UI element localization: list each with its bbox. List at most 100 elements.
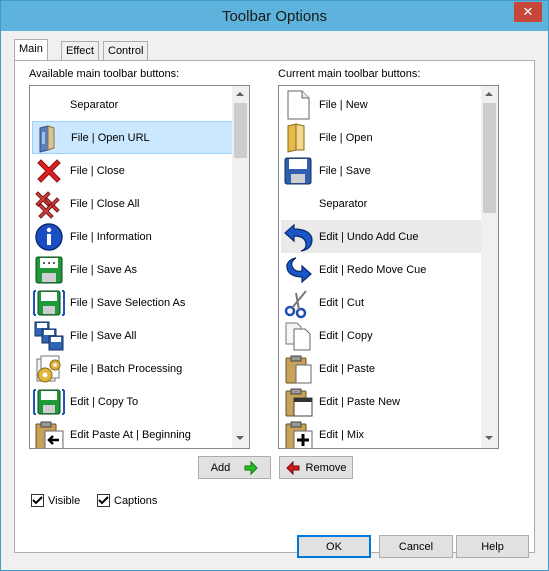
list-item-open-url[interactable]: File | Open URL [32, 121, 244, 154]
list-item-close-all[interactable]: File | Close All [32, 187, 244, 220]
list-item-label: Edit Paste At | Beginning [70, 428, 191, 441]
list-item-label: Edit | Copy [319, 329, 373, 342]
paste-new-icon [285, 388, 313, 416]
available-list[interactable]: Separator File | Open URL File | Close F… [29, 85, 250, 449]
list-item-label: File | Save As [70, 263, 138, 276]
list-item-paste[interactable]: Edit | Paste [281, 352, 493, 385]
list-item-label: File | Close [70, 164, 125, 177]
dialog-client: Main Effect Control Available main toolb… [8, 31, 541, 565]
list-item-save[interactable]: File | Save [281, 154, 493, 187]
red-arrow-left-icon [285, 460, 300, 475]
list-item-label: Separator [319, 197, 368, 210]
list-item-mix[interactable]: Edit | Mix [281, 418, 493, 448]
close-x-icon [37, 158, 61, 183]
copy-to-icon [33, 388, 65, 415]
save-as-icon [35, 256, 63, 283]
list-item-information[interactable]: File | Information [32, 220, 244, 253]
captions-label: Captions [114, 494, 158, 507]
list-item-label: File | Close All [70, 197, 140, 210]
list-item-label: File | Save [319, 164, 371, 177]
save-selection-icon [33, 289, 65, 316]
list-item-copy-to[interactable]: Edit | Copy To [32, 385, 244, 418]
scroll-up-icon[interactable] [485, 92, 493, 96]
remove-button[interactable]: Remove [279, 456, 353, 479]
current-list[interactable]: File | New File | Open File | Save Separ… [278, 85, 499, 449]
list-item-label: File | Open [319, 131, 373, 144]
available-scrollbar[interactable] [232, 86, 249, 448]
remove-label: Remove [305, 461, 347, 474]
cancel-button[interactable]: Cancel [379, 535, 453, 558]
visible-checkbox[interactable]: Visible [31, 494, 80, 507]
list-item-label: Edit | Mix [319, 428, 365, 441]
help-button[interactable]: Help [456, 535, 529, 558]
scroll-thumb[interactable] [483, 103, 496, 213]
list-item-separator[interactable]: Separator [281, 187, 493, 220]
save-icon [284, 157, 312, 184]
checkbox-box[interactable] [31, 494, 44, 507]
batch-processing-icon [36, 355, 61, 382]
list-item-batch-processing[interactable]: File | Batch Processing [32, 352, 244, 385]
list-item-paste-new[interactable]: Edit | Paste New [281, 385, 493, 418]
current-label: Current main toolbar buttons: [278, 68, 421, 80]
copy-icon [285, 322, 311, 350]
undo-icon [284, 223, 313, 252]
list-item-label: Edit | Redo Move Cue [319, 263, 427, 276]
green-arrow-right-icon [244, 460, 258, 475]
list-item-label: Edit | Cut [319, 296, 365, 309]
current-scrollbar[interactable] [481, 86, 498, 448]
list-item-label: File | Information [70, 230, 152, 243]
list-item-label: File | Open URL [71, 131, 150, 144]
title-bar[interactable]: Toolbar Options ✕ [1, 1, 548, 31]
scroll-thumb[interactable] [234, 103, 247, 158]
list-item-label: Edit | Paste [319, 362, 376, 375]
list-item-label: File | New [319, 98, 368, 111]
add-label: Add [210, 461, 231, 474]
list-item-cut[interactable]: Edit | Cut [281, 286, 493, 319]
window-title: Toolbar Options [221, 8, 328, 25]
open-url-icon [39, 124, 55, 153]
list-item-copy[interactable]: Edit | Copy [281, 319, 493, 352]
scroll-down-icon[interactable] [485, 436, 493, 440]
list-item-label: File | Batch Processing [70, 362, 183, 375]
list-item-save-as[interactable]: File | Save As [32, 253, 244, 286]
list-item-save-selection-as[interactable]: File | Save Selection As [32, 286, 244, 319]
scroll-down-icon[interactable] [236, 436, 244, 440]
visible-label: Visible [48, 494, 81, 507]
close-window-button[interactable]: ✕ [514, 2, 542, 22]
tab-main[interactable]: Main [14, 39, 48, 61]
captions-checkbox[interactable]: Captions [97, 494, 157, 507]
toolbar-options-window: Toolbar Options ✕ Main Effect Control Av… [0, 0, 549, 571]
ok-button[interactable]: OK [297, 535, 371, 558]
open-folder-icon [287, 122, 305, 153]
information-icon [35, 222, 63, 251]
list-item-separator[interactable]: Separator [32, 88, 244, 121]
checkbox-box[interactable] [97, 494, 110, 507]
close-all-icon [35, 190, 60, 219]
list-item-new[interactable]: File | New [281, 88, 493, 121]
tab-effect[interactable]: Effect [61, 41, 99, 61]
list-item-open[interactable]: File | Open [281, 121, 493, 154]
tab-control[interactable]: Control [103, 41, 149, 61]
checkmark-icon [32, 496, 43, 505]
list-item-redo[interactable]: Edit | Redo Move Cue [281, 253, 493, 286]
list-item-save-all[interactable]: File | Save All [32, 319, 244, 352]
list-item-label: File | Save All [70, 329, 137, 342]
list-item-label: File | Save Selection As [70, 296, 186, 309]
tab-panel-main: Available main toolbar buttons: Current … [14, 60, 535, 553]
list-item-label: Edit | Paste New [319, 395, 401, 408]
list-item-paste-at-beginning[interactable]: Edit Paste At | Beginning [32, 418, 244, 448]
save-all-icon [34, 321, 64, 350]
checkmark-icon [98, 496, 109, 505]
add-button[interactable]: Add [198, 456, 271, 479]
list-item-undo[interactable]: Edit | Undo Add Cue [281, 220, 494, 253]
list-item-label: Separator [70, 98, 119, 111]
new-file-icon [287, 90, 310, 119]
redo-icon [286, 256, 312, 283]
scroll-up-icon[interactable] [236, 92, 244, 96]
available-label: Available main toolbar buttons: [29, 68, 180, 80]
list-item-close[interactable]: File | Close [32, 154, 244, 187]
paste-icon [285, 355, 312, 383]
list-item-label: Edit | Copy To [70, 395, 139, 408]
mix-icon [285, 421, 313, 448]
scissors-icon [284, 289, 307, 318]
